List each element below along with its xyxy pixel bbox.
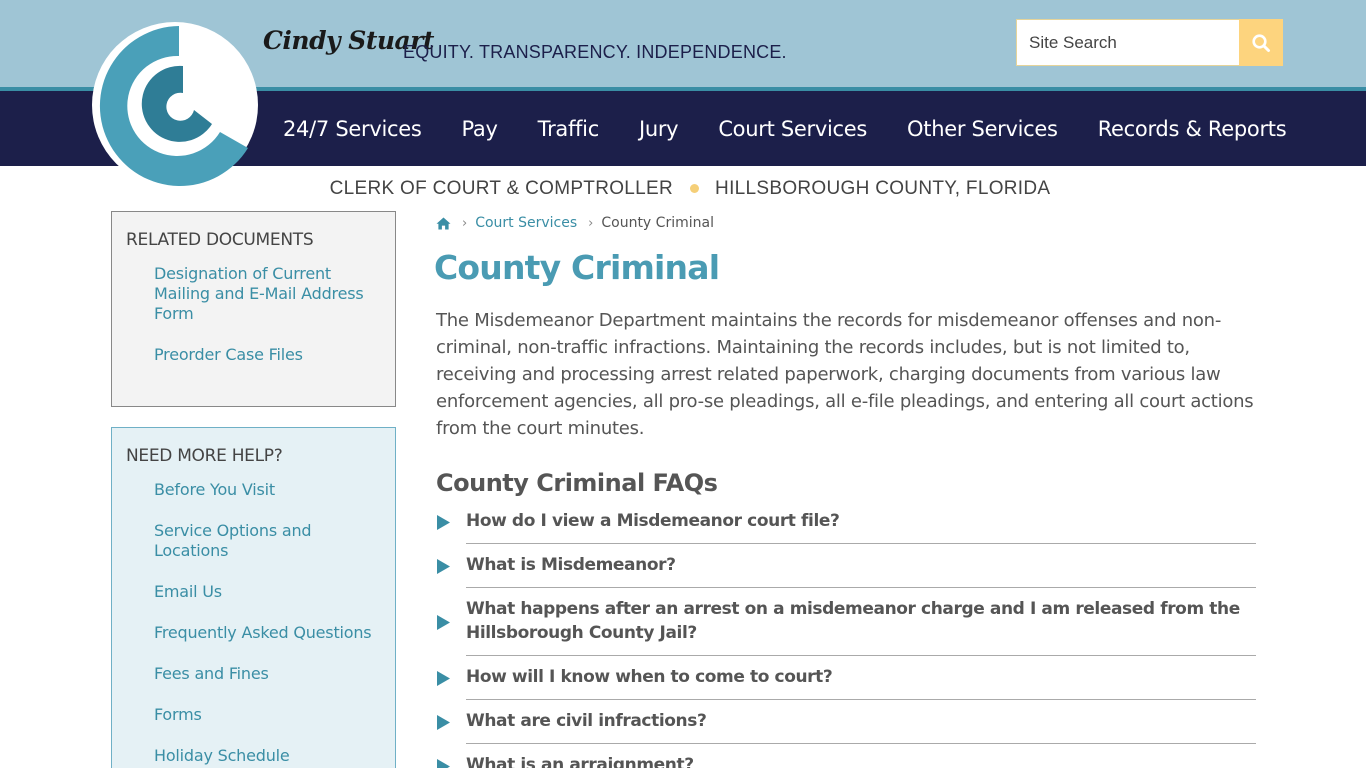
list-item: Service Options and Locations (126, 521, 381, 561)
expand-arrow-icon (436, 670, 466, 687)
page-title: County Criminal (434, 248, 720, 287)
nav-item-jury[interactable]: Jury (619, 117, 698, 141)
faq-item[interactable]: What happens after an arrest on a misdem… (436, 588, 1256, 656)
search-input[interactable] (1016, 19, 1239, 66)
need-more-help-heading: NEED MORE HELP? (126, 446, 283, 466)
faq-item[interactable]: What are civil infractions? (436, 700, 1256, 744)
breadcrumb-separator-icon: › (588, 215, 594, 231)
faq-question: How do I view a Misdemeanor court file? (466, 500, 1256, 544)
list-item: Before You Visit (126, 480, 381, 500)
expand-arrow-icon (436, 758, 466, 768)
clerk-logo-icon[interactable] (90, 20, 260, 190)
list-item: Frequently Asked Questions (126, 623, 381, 643)
help-link-service-options[interactable]: Service Options and Locations (154, 521, 381, 561)
nav-item-other-services[interactable]: Other Services (887, 117, 1078, 141)
nav-item-traffic[interactable]: Traffic (518, 117, 619, 141)
faq-item[interactable]: How will I know when to come to court? (436, 656, 1256, 700)
faq-item[interactable]: What is an arraignment? (436, 744, 1256, 768)
help-link-email-us[interactable]: Email Us (154, 582, 381, 602)
faq-question: What happens after an arrest on a misdem… (466, 588, 1256, 656)
breadcrumb-current: County Criminal (601, 215, 714, 231)
faq-question: What is an arraignment? (466, 744, 1256, 768)
nav-item-court-services[interactable]: Court Services (698, 117, 887, 141)
list-item: Preorder Case Files (126, 345, 381, 365)
breadcrumb: › Court Services › County Criminal (436, 215, 714, 231)
faq-question: What is Misdemeanor? (466, 544, 1256, 588)
faq-item[interactable]: How do I view a Misdemeanor court file? (436, 500, 1256, 544)
expand-arrow-icon (436, 614, 466, 631)
subtitle-office: CLERK OF COURT & COMPTROLLER (329, 177, 674, 199)
faq-heading: County Criminal FAQs (436, 469, 718, 497)
related-link-preorder-case-files[interactable]: Preorder Case Files (154, 345, 381, 365)
breadcrumb-separator-icon: › (462, 215, 468, 231)
intro-paragraph: The Misdemeanor Department maintains the… (436, 310, 1254, 439)
list-item: Email Us (126, 582, 381, 602)
list-item: Designation of Current Mailing and E-Mai… (126, 264, 381, 324)
home-icon[interactable] (436, 217, 451, 230)
nav-item-pay[interactable]: Pay (442, 117, 518, 141)
faq-item[interactable]: What is Misdemeanor? (436, 544, 1256, 588)
list-item: Forms (126, 705, 381, 725)
help-link-forms[interactable]: Forms (154, 705, 381, 725)
list-item: Holiday Schedule (126, 746, 381, 766)
list-item: Fees and Fines (126, 664, 381, 684)
main-nav: 24/7 Services Pay Traffic Jury Court Ser… (263, 91, 1306, 166)
help-link-holiday-schedule[interactable]: Holiday Schedule (154, 746, 381, 766)
breadcrumb-court-services[interactable]: Court Services (475, 215, 577, 231)
expand-arrow-icon (436, 514, 466, 531)
search-button[interactable] (1239, 19, 1283, 66)
related-documents-list: Designation of Current Mailing and E-Mai… (126, 264, 381, 365)
subtitle-separator-dot (690, 184, 700, 193)
faq-accordion: How do I view a Misdemeanor court file? … (436, 500, 1256, 768)
related-link-designation-form[interactable]: Designation of Current Mailing and E-Mai… (154, 264, 381, 324)
subtitle-county: HILLSBOROUGH COUNTY, FLORIDA (715, 177, 1051, 199)
tagline: EQUITY. TRANSPARENCY. INDEPENDENCE. (403, 42, 787, 62)
nav-item-24-7-services[interactable]: 24/7 Services (263, 117, 442, 141)
site-search (1016, 19, 1283, 66)
faq-question: What are civil infractions? (466, 700, 1256, 744)
help-link-before-you-visit[interactable]: Before You Visit (154, 480, 381, 500)
faq-question: How will I know when to come to court? (466, 656, 1256, 700)
help-link-faq[interactable]: Frequently Asked Questions (154, 623, 381, 643)
related-documents-heading: RELATED DOCUMENTS (126, 230, 314, 250)
need-more-help-list: Before You Visit Service Options and Loc… (126, 480, 381, 766)
expand-arrow-icon (436, 558, 466, 575)
nav-item-records-reports[interactable]: Records & Reports (1078, 117, 1307, 141)
need-more-help-panel: NEED MORE HELP? Before You Visit Service… (111, 427, 396, 768)
expand-arrow-icon (436, 714, 466, 731)
help-link-fees-fines[interactable]: Fees and Fines (154, 664, 381, 684)
related-documents-panel: RELATED DOCUMENTS Designation of Current… (111, 211, 396, 407)
search-icon (1252, 33, 1270, 52)
